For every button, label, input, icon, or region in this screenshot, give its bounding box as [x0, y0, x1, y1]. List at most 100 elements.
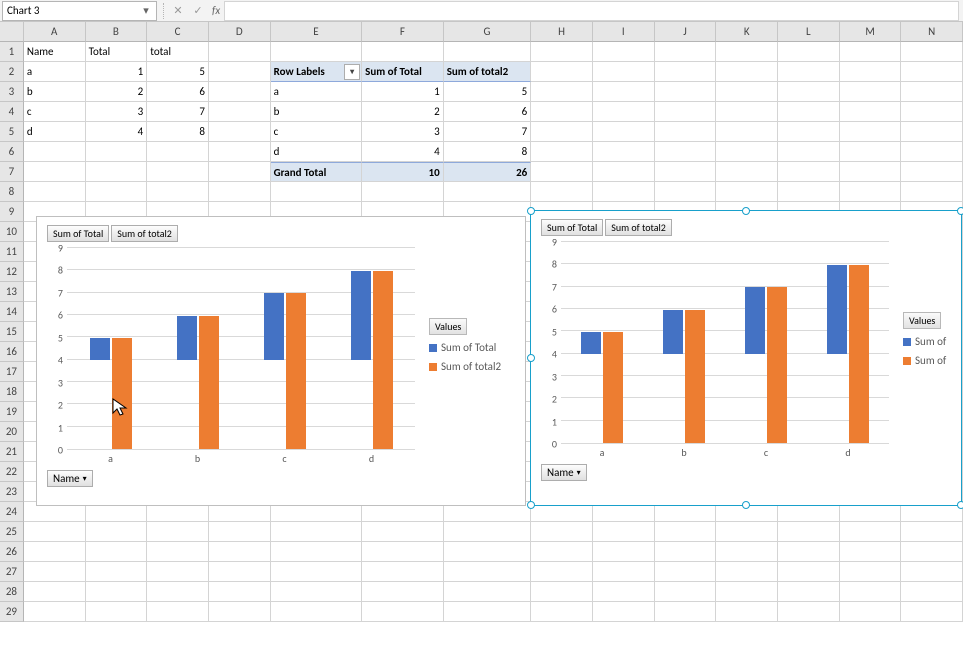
cell-N1[interactable]	[901, 42, 963, 62]
cell-N25[interactable]	[901, 522, 963, 542]
bar-Sum-of-total2-c[interactable]	[767, 287, 787, 443]
cell-B6[interactable]	[86, 142, 148, 162]
cell-A29[interactable]	[24, 602, 86, 622]
cell-C2[interactable]: 5	[147, 62, 209, 82]
cell-L26[interactable]	[778, 542, 840, 562]
fx-label[interactable]: fx	[212, 4, 220, 17]
cell-C27[interactable]	[147, 562, 209, 582]
cell-E7[interactable]: Grand Total	[271, 162, 363, 182]
bar-Sum-of-total2-a[interactable]	[112, 338, 132, 449]
cell-E6[interactable]: d	[271, 142, 363, 162]
pivot-chart-left[interactable]: Sum of Total Sum of total2 0123456789 ab…	[36, 216, 526, 506]
cell-C25[interactable]	[147, 522, 209, 542]
chart-legend[interactable]: Values Sum of Sum of	[893, 242, 955, 462]
cell-K25[interactable]	[716, 522, 778, 542]
cell-K7[interactable]	[716, 162, 778, 182]
cell-J27[interactable]	[655, 562, 717, 582]
cell-L7[interactable]	[778, 162, 840, 182]
cell-D3[interactable]	[209, 82, 271, 102]
cell-M1[interactable]	[840, 42, 902, 62]
cell-F1[interactable]	[362, 42, 444, 62]
cell-C26[interactable]	[147, 542, 209, 562]
cell-I27[interactable]	[593, 562, 655, 582]
cell-D25[interactable]	[209, 522, 271, 542]
cell-E25[interactable]	[271, 522, 363, 542]
cell-I28[interactable]	[593, 582, 655, 602]
row-header-6[interactable]: 6	[0, 142, 24, 162]
bar-Sum-of-Total-b[interactable]	[177, 316, 197, 360]
cell-A3[interactable]: b	[24, 82, 86, 102]
row-header-22[interactable]: 22	[0, 462, 24, 482]
cell-H2[interactable]	[531, 62, 593, 82]
row-header-17[interactable]: 17	[0, 362, 24, 382]
cell-N28[interactable]	[901, 582, 963, 602]
col-header-L[interactable]: L	[778, 22, 840, 42]
cell-H5[interactable]	[531, 122, 593, 142]
cell-L25[interactable]	[778, 522, 840, 542]
cell-J1[interactable]	[655, 42, 717, 62]
cell-G6[interactable]: 8	[444, 142, 532, 162]
cell-N7[interactable]	[901, 162, 963, 182]
cell-E27[interactable]	[271, 562, 363, 582]
row-header-11[interactable]: 11	[0, 242, 24, 262]
col-header-M[interactable]: M	[840, 22, 902, 42]
chart-plot-area[interactable]: 0123456789 abcd	[541, 242, 893, 462]
cell-M25[interactable]	[840, 522, 902, 542]
cell-L29[interactable]	[778, 602, 840, 622]
cell-G7[interactable]: 26	[444, 162, 532, 182]
cell-G29[interactable]	[444, 602, 532, 622]
cell-F26[interactable]	[362, 542, 444, 562]
cell-M26[interactable]	[840, 542, 902, 562]
cell-H7[interactable]	[531, 162, 593, 182]
cell-N26[interactable]	[901, 542, 963, 562]
cell-G1[interactable]	[444, 42, 532, 62]
cell-D2[interactable]	[209, 62, 271, 82]
cell-F29[interactable]	[362, 602, 444, 622]
cell-H3[interactable]	[531, 82, 593, 102]
cell-A28[interactable]	[24, 582, 86, 602]
cell-H4[interactable]	[531, 102, 593, 122]
cell-H8[interactable]	[531, 182, 593, 202]
cell-H28[interactable]	[531, 582, 593, 602]
cell-D7[interactable]	[209, 162, 271, 182]
cell-F25[interactable]	[362, 522, 444, 542]
cell-B3[interactable]: 2	[86, 82, 148, 102]
cell-A7[interactable]	[24, 162, 86, 182]
cell-M8[interactable]	[840, 182, 902, 202]
cell-B27[interactable]	[86, 562, 148, 582]
cell-G8[interactable]	[444, 182, 532, 202]
cell-B5[interactable]: 4	[86, 122, 148, 142]
bar-Sum-of-Total-b[interactable]	[663, 310, 683, 354]
cell-N29[interactable]	[901, 602, 963, 622]
cell-K5[interactable]	[716, 122, 778, 142]
cell-C29[interactable]	[147, 602, 209, 622]
cell-M29[interactable]	[840, 602, 902, 622]
cell-A4[interactable]: c	[24, 102, 86, 122]
row-header-26[interactable]: 26	[0, 542, 24, 562]
cell-C6[interactable]	[147, 142, 209, 162]
cell-K27[interactable]	[716, 562, 778, 582]
cell-N3[interactable]	[901, 82, 963, 102]
cell-H26[interactable]	[531, 542, 593, 562]
cell-A26[interactable]	[24, 542, 86, 562]
cell-B25[interactable]	[86, 522, 148, 542]
bar-Sum-of-Total-d[interactable]	[827, 265, 847, 354]
col-header-D[interactable]: D	[209, 22, 271, 42]
cell-M28[interactable]	[840, 582, 902, 602]
cell-A5[interactable]: d	[24, 122, 86, 142]
cell-L3[interactable]	[778, 82, 840, 102]
name-box[interactable]: Chart 3 ▾	[2, 1, 157, 21]
cell-C8[interactable]	[147, 182, 209, 202]
col-header-N[interactable]: N	[901, 22, 963, 42]
cell-D8[interactable]	[209, 182, 271, 202]
cell-B29[interactable]	[86, 602, 148, 622]
cell-A1[interactable]: Name	[24, 42, 86, 62]
row-header-29[interactable]: 29	[0, 602, 24, 622]
cell-E26[interactable]	[271, 542, 363, 562]
cell-F6[interactable]: 4	[362, 142, 444, 162]
cell-E2[interactable]: Row Labels▾	[271, 62, 363, 82]
cell-C7[interactable]	[147, 162, 209, 182]
cell-J28[interactable]	[655, 582, 717, 602]
cell-H25[interactable]	[531, 522, 593, 542]
cell-E8[interactable]	[271, 182, 363, 202]
